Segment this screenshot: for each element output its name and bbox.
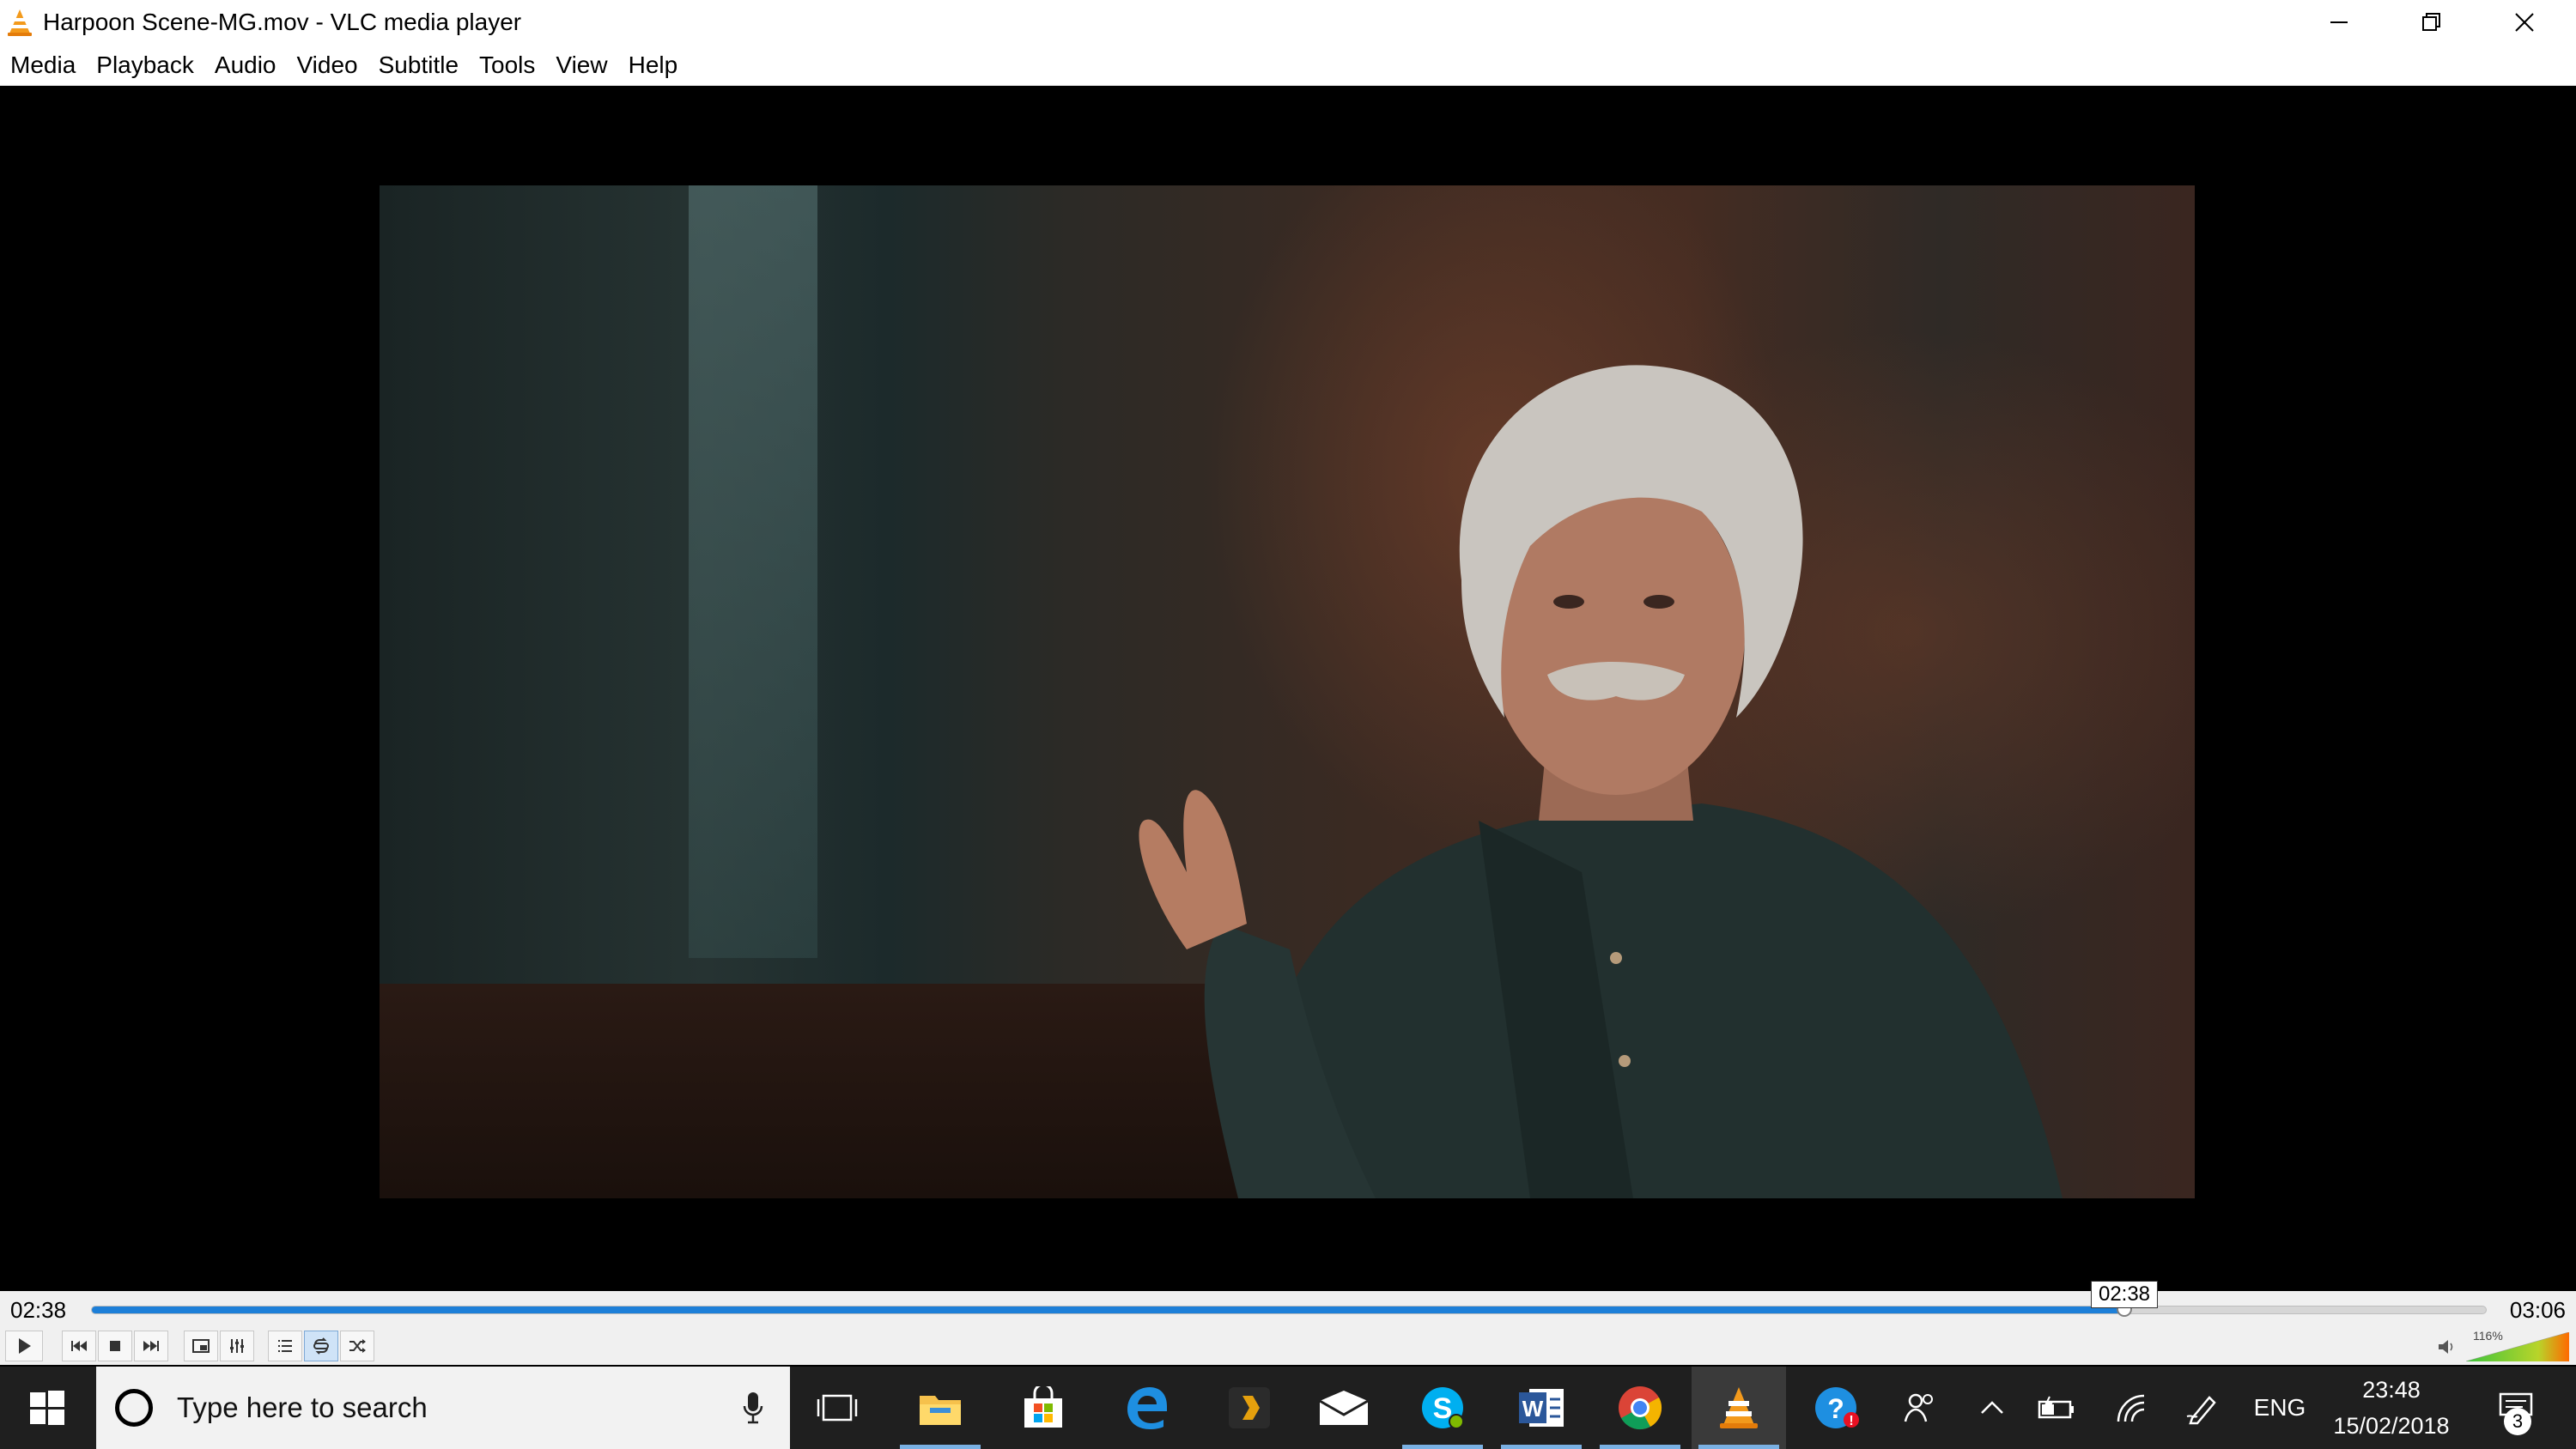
taskbar-file-explorer[interactable] — [893, 1367, 987, 1449]
taskbar-help[interactable]: ? ! — [1790, 1367, 1885, 1449]
taskbar-edge[interactable] — [1099, 1367, 1194, 1449]
close-button[interactable] — [2478, 0, 2571, 45]
menu-tools[interactable]: Tools — [469, 52, 545, 79]
clock-display: 23:48 15/02/2018 — [2333, 1372, 2449, 1444]
windows-logo-icon — [30, 1391, 64, 1425]
taskbar-mail[interactable] — [1297, 1367, 1391, 1449]
minimize-button[interactable] — [2293, 0, 2385, 45]
video-area[interactable] — [0, 86, 2576, 1291]
show-hidden-icons-button[interactable] — [1966, 1367, 2018, 1449]
stop-button[interactable] — [98, 1331, 132, 1361]
minimize-icon — [2330, 21, 2348, 23]
svg-text:?: ? — [1827, 1393, 1844, 1424]
wifi-icon — [2117, 1394, 2145, 1422]
taskbar: Type here to search S W ? ! ENG 23:48 15… — [0, 1367, 2576, 1449]
help-icon: ? ! — [1815, 1387, 1859, 1428]
microphone-icon[interactable] — [742, 1391, 764, 1425]
vlc-icon — [1720, 1387, 1758, 1428]
taskbar-store[interactable] — [996, 1367, 1091, 1449]
word-icon: W — [1519, 1389, 1564, 1427]
menu-subtitle[interactable]: Subtitle — [368, 52, 469, 79]
menu-playback[interactable]: Playback — [86, 52, 204, 79]
clock-time: 23:48 — [2362, 1377, 2421, 1403]
volume-percent: 116% — [2473, 1329, 2503, 1343]
playlist-icon — [278, 1340, 292, 1352]
interviewee-figure — [1139, 365, 2063, 1198]
title-bar: Harpoon Scene-MG.mov - VLC media player — [0, 0, 2576, 45]
fullscreen-button[interactable] — [184, 1331, 218, 1361]
playback-controls: 116% — [0, 1327, 2576, 1365]
language-label: ENG — [2253, 1394, 2306, 1421]
restore-button[interactable] — [2385, 0, 2478, 45]
pen-button[interactable] — [2172, 1367, 2233, 1449]
menu-media[interactable]: Media — [0, 52, 86, 79]
task-view-icon — [817, 1394, 858, 1422]
extended-settings-button[interactable] — [220, 1331, 254, 1361]
input-language[interactable]: ENG — [2241, 1367, 2318, 1449]
menu-help[interactable]: Help — [618, 52, 689, 79]
vlc-cone-icon — [8, 9, 32, 36]
seek-row: 02:38 02:38 03:06 — [0, 1281, 2576, 1327]
pen-icon — [2186, 1396, 2216, 1425]
people-button[interactable] — [1889, 1367, 1949, 1449]
loop-button[interactable] — [304, 1331, 338, 1361]
search-placeholder: Type here to search — [177, 1391, 428, 1423]
mail-icon — [1319, 1391, 1369, 1425]
taskbar-vlc[interactable] — [1692, 1367, 1786, 1449]
start-button[interactable] — [0, 1367, 94, 1449]
notification-count-badge: 3 — [2504, 1408, 2531, 1435]
loop-icon — [313, 1337, 329, 1355]
taskbar-skype[interactable]: S — [1395, 1367, 1490, 1449]
search-box[interactable]: Type here to search — [96, 1367, 790, 1449]
menu-audio[interactable]: Audio — [204, 52, 287, 79]
menu-video[interactable]: Video — [287, 52, 368, 79]
equalizer-icon — [230, 1339, 244, 1353]
play-icon — [19, 1338, 31, 1354]
seek-bar-progress — [92, 1307, 2124, 1313]
plex-icon — [1229, 1387, 1270, 1428]
cortana-icon — [115, 1389, 153, 1427]
task-view-button[interactable] — [790, 1367, 884, 1449]
skip-back-icon — [71, 1341, 87, 1351]
store-icon — [1024, 1386, 1062, 1428]
next-button[interactable] — [134, 1331, 168, 1361]
edge-icon — [1127, 1387, 1167, 1429]
clock-date: 15/02/2018 — [2333, 1413, 2450, 1439]
speaker-icon[interactable] — [2437, 1337, 2459, 1356]
restore-icon — [2422, 13, 2440, 31]
background-window — [689, 185, 817, 958]
battery-button[interactable] — [2026, 1367, 2087, 1449]
playlist-button[interactable] — [268, 1331, 302, 1361]
battery-icon — [2038, 1396, 2074, 1419]
taskbar-chrome[interactable] — [1593, 1367, 1687, 1449]
seek-bar[interactable]: 02:38 — [91, 1281, 2487, 1317]
file-explorer-icon — [920, 1396, 961, 1425]
skip-forward-icon — [143, 1341, 159, 1351]
taskbar-word[interactable]: W — [1494, 1367, 1589, 1449]
elapsed-time: 02:38 — [10, 1297, 67, 1323]
people-icon — [1904, 1393, 1933, 1422]
fullscreen-icon — [192, 1339, 210, 1353]
taskbar-plex[interactable] — [1202, 1367, 1297, 1449]
svg-text:W: W — [1522, 1396, 1544, 1422]
previous-button[interactable] — [62, 1331, 96, 1361]
shuffle-icon — [349, 1339, 366, 1353]
total-time: 03:06 — [2509, 1297, 2566, 1323]
stop-icon — [110, 1341, 120, 1351]
close-icon — [2515, 13, 2534, 32]
chevron-up-icon — [1981, 1401, 2003, 1414]
video-frame — [380, 185, 2195, 1198]
chrome-icon — [1619, 1386, 1662, 1430]
network-button[interactable] — [2102, 1367, 2162, 1449]
svg-text:!: ! — [1849, 1414, 1853, 1428]
seek-tooltip: 02:38 — [2090, 1281, 2159, 1308]
menu-bar: Media Playback Audio Video Subtitle Tool… — [0, 45, 2576, 86]
play-button[interactable] — [5, 1331, 43, 1361]
action-center-button[interactable]: 3 — [2473, 1367, 2559, 1449]
menu-view[interactable]: View — [545, 52, 617, 79]
window-title: Harpoon Scene-MG.mov - VLC media player — [43, 9, 522, 35]
clock[interactable]: 23:48 15/02/2018 — [2327, 1367, 2456, 1449]
shuffle-button[interactable] — [340, 1331, 374, 1361]
skype-icon: S — [1422, 1387, 1464, 1429]
